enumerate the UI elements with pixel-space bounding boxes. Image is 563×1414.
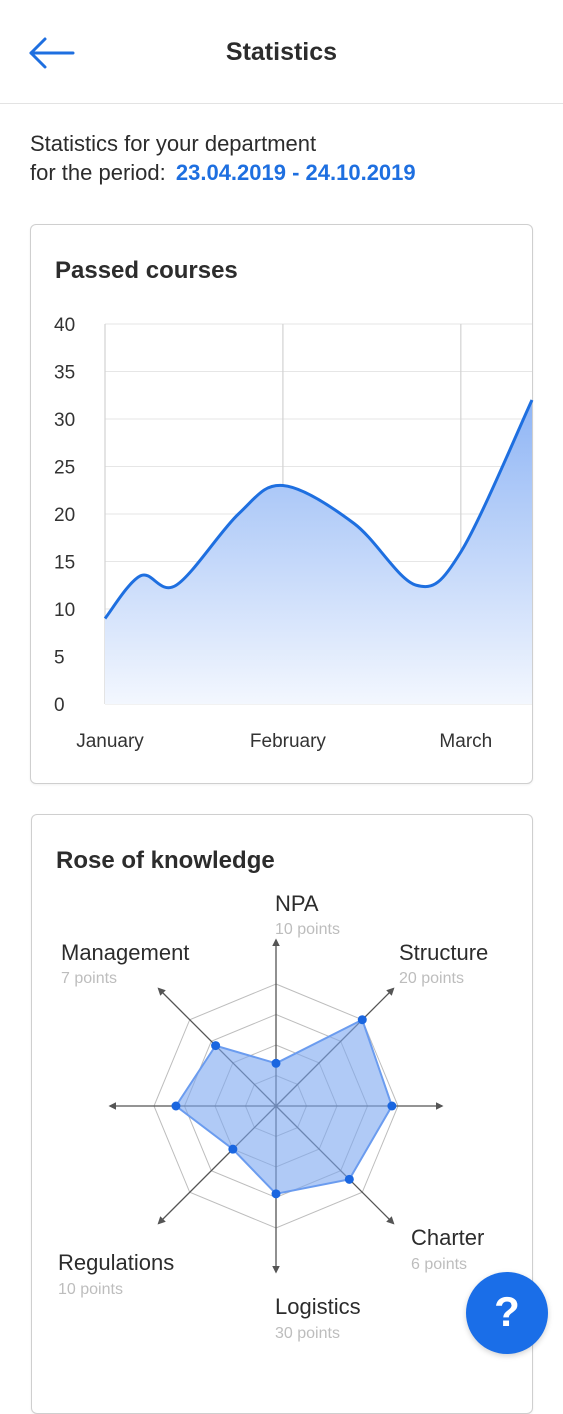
ytick-label: 35 (54, 363, 75, 384)
radar-point (228, 1144, 238, 1154)
help-button[interactable]: ? (466, 1272, 548, 1354)
ytick-label: 15 (54, 553, 75, 574)
radar-point (271, 1058, 281, 1068)
ytick-label: 0 (54, 695, 65, 716)
ytick-label: 40 (54, 315, 75, 336)
ytick-label: 25 (54, 458, 75, 479)
radar-point (344, 1174, 354, 1184)
ytick-label: 20 (54, 505, 75, 526)
area-fill (105, 400, 532, 704)
intro-period-label: for the period: (30, 160, 166, 185)
radar-point (171, 1101, 181, 1111)
app-header: Statistics (0, 0, 563, 104)
xtick-label: January (76, 731, 144, 752)
ytick-label: 10 (54, 600, 75, 621)
xtick-label: March (439, 731, 492, 752)
rose-of-knowledge-chart (108, 938, 444, 1274)
rose-of-knowledge-card: Rose of knowledge NPA 10 points Structur… (31, 814, 533, 1414)
xtick-label: February (250, 731, 327, 752)
ytick-label: 30 (54, 410, 75, 431)
page-title: Statistics (225, 38, 338, 66)
passed-courses-card: Passed courses 0 5 10 15 20 25 30 35 40 January Fe… (30, 224, 534, 784)
intro-line-1: Statistics for your department (30, 131, 317, 156)
passed-courses-chart: 0 5 10 15 20 25 30 35 40 January February March (54, 315, 534, 752)
period-range-link[interactable]: 23.04.2019 - 24.10.2019 (176, 160, 416, 185)
radar-area (174, 1018, 393, 1195)
ytick-label: 5 (54, 648, 65, 669)
intro-line-2: for the period: 23.04.2019 - 24.10.2019 (30, 158, 416, 187)
intro-text: Statistics for your department for the p… (30, 129, 416, 187)
radar-point (357, 1015, 367, 1025)
question-mark-icon: ? (494, 1288, 520, 1335)
radar-point (211, 1041, 221, 1051)
radar-point (271, 1189, 281, 1199)
radar-point (387, 1101, 397, 1111)
